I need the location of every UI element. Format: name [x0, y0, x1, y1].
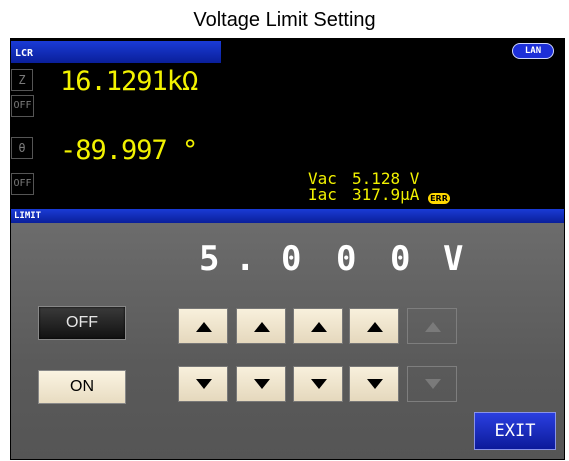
- arrow-up-icon: [196, 322, 212, 332]
- exit-button[interactable]: EXIT: [474, 412, 556, 450]
- increment-disabled-button: [407, 308, 457, 344]
- arrow-up-icon: [311, 322, 327, 332]
- arrow-down-icon: [196, 379, 212, 389]
- increment-tenths-button[interactable]: [236, 308, 286, 344]
- lcr-tab: LCR: [11, 41, 221, 63]
- digit-hundredths: 0: [336, 239, 357, 279]
- digit-tenths: 0: [281, 239, 302, 279]
- param1-value: 16.1291kΩ: [60, 66, 198, 97]
- err-badge: ERR: [428, 193, 450, 204]
- on-button[interactable]: ON: [38, 370, 126, 404]
- param1-z-button[interactable]: Z: [11, 69, 33, 91]
- decrement-hundredths-button[interactable]: [293, 366, 343, 402]
- increment-hundredths-button[interactable]: [293, 308, 343, 344]
- arrow-up-icon: [254, 322, 270, 332]
- lan-badge: LAN: [512, 43, 554, 59]
- decrement-ones-button[interactable]: [178, 366, 228, 402]
- iac-label: Iac: [308, 185, 337, 204]
- arrow-down-icon: [311, 379, 327, 389]
- digit-thousandths: 0: [390, 239, 411, 279]
- iac-value: 317.9μA: [352, 185, 420, 204]
- arrow-down-icon: [254, 379, 270, 389]
- decrement-thousandths-button[interactable]: [349, 366, 399, 402]
- unit-label: V: [443, 239, 464, 279]
- arrow-down-icon: [367, 379, 383, 389]
- arrow-up-icon: [367, 322, 383, 332]
- param3-value: -89.997 °: [60, 135, 198, 166]
- lcr-measurement-area: Z 16.1291kΩ OFF θ -89.997 ° OFF Vac 5.12…: [11, 65, 564, 209]
- param3-theta-button[interactable]: θ: [11, 137, 33, 159]
- window-title: Voltage Limit Setting: [0, 0, 569, 38]
- increment-thousandths-button[interactable]: [349, 308, 399, 344]
- instrument-screen: LCR LAN Z 16.1291kΩ OFF θ -89.997 ° OFF …: [10, 38, 565, 460]
- param2-off-button[interactable]: OFF: [11, 95, 34, 117]
- arrow-up-icon: [425, 322, 441, 332]
- param4-off-button[interactable]: OFF: [11, 173, 34, 195]
- digit-ones: 5: [199, 239, 220, 279]
- off-button[interactable]: OFF: [38, 306, 126, 340]
- decimal-point: .: [235, 239, 256, 279]
- increment-ones-button[interactable]: [178, 308, 228, 344]
- limit-header: LIMIT: [11, 209, 564, 223]
- decrement-disabled-button: [407, 366, 457, 402]
- lcr-header: LCR LAN: [11, 39, 564, 65]
- decrement-tenths-button[interactable]: [236, 366, 286, 402]
- limit-panel: 5 . 0 0 0 V OFF ON EXIT: [11, 223, 564, 459]
- limit-value-display: 5 . 0 0 0 V: [199, 239, 463, 279]
- arrow-down-icon: [425, 379, 441, 389]
